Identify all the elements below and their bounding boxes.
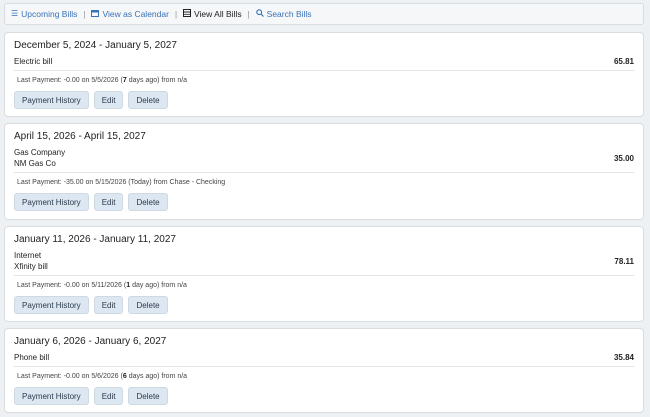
delete-button[interactable]: Delete — [128, 193, 168, 211]
payment-history-button[interactable]: Payment History — [14, 91, 89, 109]
delete-button[interactable]: Delete — [128, 91, 168, 109]
list-icon: ☰ — [11, 9, 19, 18]
view-all-bills-link[interactable]: View All Bills — [183, 9, 242, 19]
bill-card: December 5, 2024 - January 5, 2027 Elect… — [4, 32, 644, 117]
bill-description: Internet Xfinity bill — [14, 250, 48, 272]
bill-name: Internet — [14, 251, 42, 260]
divider — [14, 172, 634, 173]
view-as-calendar-label: View as Calendar — [102, 9, 169, 19]
nav-separator: | — [247, 9, 250, 19]
last-payment-text: Last Payment: -0.00 on 5/6/2026 (6 days … — [17, 373, 188, 380]
bill-name: Gas Company — [14, 148, 66, 157]
nav-separator: | — [174, 9, 178, 19]
bill-card: April 15, 2026 - April 15, 2027 Gas Comp… — [4, 123, 644, 220]
view-all-bills-label: View All Bills — [194, 9, 242, 19]
delete-button[interactable]: Delete — [128, 387, 168, 405]
nav-separator: | — [83, 9, 86, 19]
last-payment-text: Last Payment: -35.00 on 5/15/2026 (Today… — [17, 179, 226, 186]
bill-amount: 65.81 — [613, 57, 634, 66]
payment-history-button[interactable]: Payment History — [14, 387, 89, 405]
bill-card: January 6, 2026 - January 6, 2027 Phone … — [4, 328, 644, 413]
bill-notes: NM Gas Co — [14, 159, 56, 168]
payment-history-button[interactable]: Payment History — [14, 296, 89, 314]
search-icon — [255, 9, 264, 19]
bill-description: Gas Company NM Gas Co — [14, 147, 65, 169]
bill-amount: 35.00 — [613, 154, 634, 163]
bill-name: Electric bill — [14, 57, 53, 66]
view-as-calendar-link[interactable]: View as Calendar — [91, 9, 169, 19]
divider — [14, 70, 634, 71]
bill-date-range: January 11, 2026 - January 11, 2027 — [14, 234, 176, 245]
upcoming-bills-link[interactable]: ☰ Upcoming Bills — [11, 9, 77, 19]
upcoming-bills-label: Upcoming Bills — [21, 9, 78, 19]
bill-date-range: January 6, 2026 - January 6, 2027 — [14, 336, 167, 347]
bill-date-range: April 15, 2026 - April 15, 2027 — [14, 131, 146, 142]
bill-amount: 35.84 — [613, 353, 634, 362]
edit-button[interactable]: Edit — [93, 296, 124, 314]
bill-description: Phone bill — [14, 352, 49, 363]
last-payment-text: Last Payment: -0.00 on 5/11/2026 (1 day … — [17, 282, 187, 289]
divider — [14, 366, 634, 367]
edit-button[interactable]: Edit — [93, 193, 124, 211]
bill-description: Electric bill — [14, 56, 52, 67]
table-icon — [183, 9, 192, 19]
edit-button[interactable]: Edit — [93, 387, 124, 405]
search-bills-label: Search Bills — [266, 9, 312, 19]
last-payment-text: Last Payment: -0.00 on 5/5/2026 (7 days … — [17, 77, 188, 84]
calendar-icon — [91, 9, 100, 19]
bill-amount: 78.11 — [614, 257, 634, 266]
top-nav: ☰ Upcoming Bills | View as Calendar | Vi… — [4, 3, 644, 25]
search-bills-link[interactable]: Search Bills — [255, 9, 312, 19]
payment-history-button[interactable]: Payment History — [14, 193, 89, 211]
edit-button[interactable]: Edit — [93, 91, 124, 109]
bill-name: Phone bill — [14, 353, 50, 362]
delete-button[interactable]: Delete — [128, 296, 168, 314]
bill-card: January 11, 2026 - January 11, 2027 Inte… — [4, 226, 644, 322]
bill-date-range: December 5, 2024 - January 5, 2027 — [14, 40, 177, 51]
divider — [14, 275, 634, 276]
bill-notes: Xfinity bill — [14, 262, 48, 271]
